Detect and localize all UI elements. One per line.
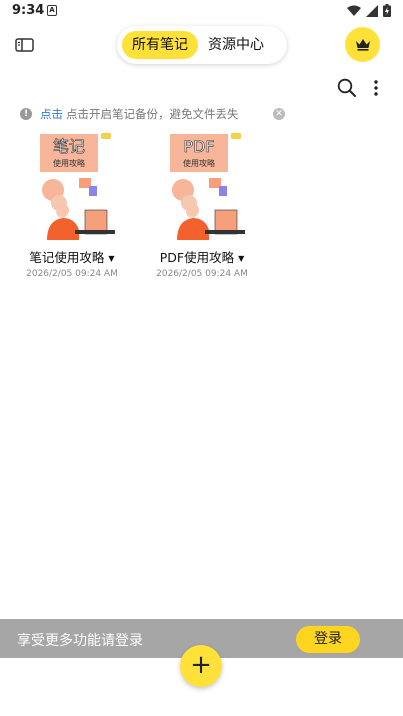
backup-link[interactable]: 点击: [40, 106, 63, 122]
sidebar-toggle-icon: [15, 38, 34, 52]
tab-all-notes[interactable]: 所有笔记: [122, 31, 198, 59]
more-vertical-icon: [374, 80, 378, 96]
sidebar-toggle-button[interactable]: [14, 36, 38, 56]
status-icons: [347, 4, 391, 17]
search-button[interactable]: [337, 78, 357, 98]
notes-tab-switcher: 所有笔记 资源中心: [117, 26, 287, 64]
caret-down-icon[interactable]: ▼: [238, 254, 244, 263]
tab-resource-center[interactable]: 资源中心: [198, 31, 274, 59]
login-button[interactable]: 登录: [296, 626, 360, 653]
vip-button[interactable]: [345, 27, 380, 62]
cover-title-line1: 笔记: [53, 137, 85, 156]
note-date: 2026/2/05 09:24 AM: [26, 269, 118, 279]
add-note-button[interactable]: +: [180, 645, 222, 687]
search-icon: [337, 78, 356, 97]
note-cover-thumbnail[interactable]: PDF 使用攻略: [165, 130, 245, 240]
note-title-text: 笔记使用攻略: [29, 250, 105, 265]
backup-notice-text: 点击开启笔记备份，避免文件丢失: [66, 107, 239, 121]
note-title[interactable]: 笔记使用攻略 ▼: [7, 247, 137, 266]
signal-icon: [366, 4, 378, 17]
note-title[interactable]: PDF使用攻略 ▼: [137, 247, 267, 266]
cover-title-line1: PDF: [183, 137, 214, 156]
info-icon: !: [20, 108, 32, 120]
note-title-text: PDF使用攻略: [159, 250, 235, 265]
status-time: 9:34: [12, 3, 45, 18]
close-icon[interactable]: ✕: [273, 108, 285, 120]
login-banner-text: 享受更多功能请登录: [17, 633, 143, 649]
more-menu-button[interactable]: [369, 78, 383, 98]
caret-down-icon[interactable]: ▼: [108, 254, 114, 263]
cover-title-line2: 使用攻略: [183, 158, 215, 168]
battery-charging-icon: [383, 4, 391, 17]
crown-icon: [355, 39, 370, 51]
wifi-icon: [347, 5, 361, 16]
note-date: 2026/2/05 09:24 AM: [156, 269, 248, 279]
notification-icon: A: [47, 5, 57, 16]
note-cover-thumbnail[interactable]: 笔记 使用攻略: [35, 130, 115, 240]
backup-notice: ! 点击 点击开启笔记备份，避免文件丢失 ✕: [20, 105, 285, 123]
cover-title-line2: 使用攻略: [53, 158, 85, 168]
status-bar: 9:34 A: [0, 0, 403, 24]
